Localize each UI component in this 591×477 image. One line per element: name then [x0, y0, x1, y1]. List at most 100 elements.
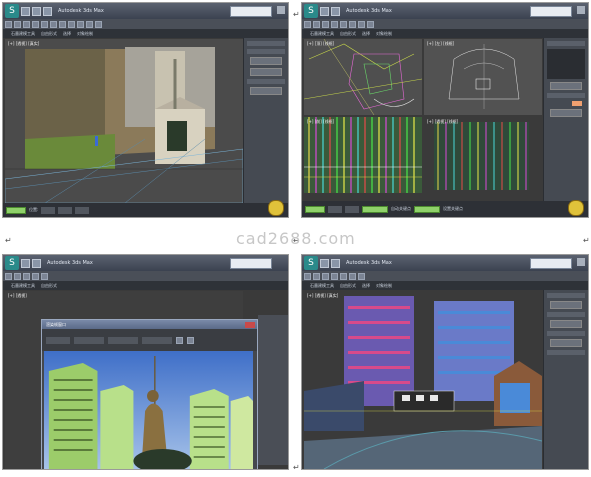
front-viewport[interactable]: [+] [前] [线框] [304, 117, 422, 193]
redo-icon[interactable] [14, 272, 21, 280]
panel-button[interactable] [550, 301, 582, 309]
open-file-icon[interactable] [331, 258, 340, 268]
panel-row[interactable] [247, 79, 285, 84]
app-logo-icon[interactable]: S [304, 4, 318, 18]
app-logo-icon[interactable]: S [5, 4, 19, 18]
viewport-dropdown[interactable] [74, 336, 104, 344]
panel-button[interactable] [550, 320, 582, 328]
render-icon[interactable] [367, 20, 374, 28]
rotate-icon[interactable] [340, 20, 347, 28]
ribbon-tab[interactable]: 对象绘制 [376, 31, 392, 37]
dialog-titlebar[interactable]: 渲染帧窗口 [42, 320, 257, 329]
ribbon-tab[interactable]: 自由形式 [41, 31, 57, 37]
search-input[interactable] [530, 6, 572, 17]
panel-button[interactable] [550, 109, 582, 117]
rotate-icon[interactable] [41, 20, 48, 28]
viewport-label[interactable]: [+] [透视] [真实] [8, 41, 39, 47]
select-icon[interactable] [23, 272, 30, 280]
ribbon-tab[interactable]: 自由形式 [340, 31, 356, 37]
status-indicator[interactable] [6, 206, 26, 214]
open-file-icon[interactable] [32, 258, 41, 268]
ribbon-tab[interactable]: 石墨建模工具 [11, 283, 35, 289]
perspective-viewport[interactable]: [+] [透视] [真实] [5, 39, 243, 203]
panel-row[interactable] [547, 293, 585, 298]
panel-button[interactable] [250, 68, 282, 76]
left-viewport[interactable]: [+] [左] [线框] [424, 39, 542, 115]
coord-field[interactable] [75, 206, 90, 214]
panel-row[interactable] [547, 331, 585, 336]
open-file-icon[interactable] [331, 6, 340, 16]
ribbon-tab[interactable]: 石墨建模工具 [310, 283, 334, 289]
scale-icon[interactable] [349, 20, 356, 28]
next-frame-button[interactable] [345, 205, 359, 213]
app-logo-icon[interactable]: S [5, 256, 19, 270]
coord-field[interactable] [41, 206, 56, 214]
ribbon-tab[interactable]: 自由形式 [41, 283, 57, 289]
undo-icon[interactable] [5, 272, 12, 280]
color-swatch[interactable] [572, 101, 582, 106]
ribbon-tab[interactable]: 选择 [362, 283, 370, 289]
save-file-icon[interactable] [43, 6, 52, 16]
prev-frame-button[interactable] [328, 205, 342, 213]
ribbon-tab[interactable]: 石墨建模工具 [11, 31, 35, 37]
panel-row[interactable] [547, 93, 585, 98]
mirror-icon[interactable] [68, 20, 75, 28]
panel-row[interactable] [247, 41, 285, 46]
preset-dropdown[interactable] [108, 336, 138, 344]
coord-field[interactable] [58, 206, 73, 214]
panel-button[interactable] [550, 82, 582, 90]
compass-icon[interactable] [268, 200, 284, 216]
set-key-button[interactable] [414, 205, 440, 213]
perspective-viewport[interactable]: [+] [透视] [真实] [304, 291, 542, 469]
new-file-icon[interactable] [21, 6, 30, 16]
panel-button[interactable] [250, 87, 282, 95]
viewport-label[interactable]: [+] [透视] [8, 293, 27, 299]
panel-row[interactable] [547, 312, 585, 317]
new-file-icon[interactable] [320, 258, 329, 268]
close-window-icon[interactable] [577, 258, 585, 266]
play-button[interactable] [305, 205, 325, 213]
ribbon-tab[interactable]: 石墨建模工具 [310, 31, 334, 37]
close-window-icon[interactable] [277, 6, 285, 14]
redo-icon[interactable] [313, 272, 320, 280]
scale-icon[interactable] [50, 20, 57, 28]
new-file-icon[interactable] [320, 6, 329, 16]
ribbon-tab[interactable]: 对象绘制 [77, 31, 93, 37]
render-icon[interactable] [41, 272, 48, 280]
snap-icon[interactable] [59, 20, 66, 28]
redo-icon[interactable] [14, 20, 21, 28]
viewport-label[interactable]: [+] [顶] [线框] [307, 41, 334, 47]
panel-row[interactable] [547, 350, 585, 355]
scale-icon[interactable] [349, 272, 356, 280]
search-input[interactable] [230, 6, 272, 17]
panel-row[interactable] [547, 49, 585, 79]
ribbon-tab[interactable]: 自由形式 [340, 283, 356, 289]
move-icon[interactable] [331, 272, 338, 280]
align-icon[interactable] [77, 20, 84, 28]
viewport-label[interactable]: [+] [左] [线框] [427, 41, 454, 47]
select-icon[interactable] [322, 20, 329, 28]
redo-icon[interactable] [313, 20, 320, 28]
viewport-label[interactable]: [+] [透视] [真实] [307, 293, 338, 299]
snap-icon[interactable] [358, 20, 365, 28]
undo-icon[interactable] [304, 20, 311, 28]
move-icon[interactable] [32, 272, 39, 280]
renderer-dropdown[interactable] [142, 336, 172, 344]
ribbon-tab[interactable]: 选择 [63, 31, 71, 37]
auto-key-button[interactable] [362, 205, 388, 213]
new-file-icon[interactable] [21, 258, 30, 268]
render-icon[interactable] [358, 272, 365, 280]
ribbon-tab[interactable]: 选择 [362, 31, 370, 37]
render-frame-dialog[interactable]: 渲染帧窗口 [41, 319, 258, 469]
undo-icon[interactable] [304, 272, 311, 280]
move-icon[interactable] [331, 20, 338, 28]
search-input[interactable] [230, 258, 272, 269]
render-icon[interactable] [95, 20, 102, 28]
area-dropdown[interactable] [46, 336, 70, 344]
viewport-label[interactable]: [+] [前] [线框] [307, 119, 334, 125]
select-icon[interactable] [322, 272, 329, 280]
panel-row[interactable] [547, 41, 585, 46]
select-icon[interactable] [23, 20, 30, 28]
save-image-icon[interactable] [176, 336, 183, 344]
close-window-icon[interactable] [577, 6, 585, 14]
